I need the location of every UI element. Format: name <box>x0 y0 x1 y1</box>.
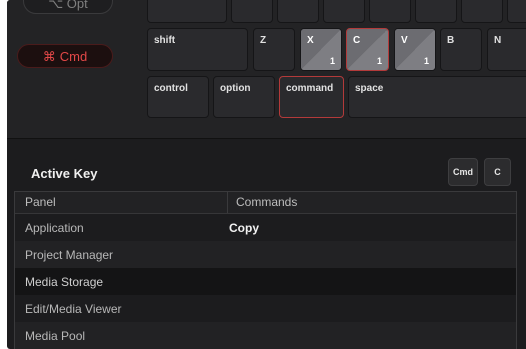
key-c[interactable]: C 1 <box>346 28 389 71</box>
key-b[interactable]: B <box>440 28 482 71</box>
key-top-1[interactable] <box>147 0 227 23</box>
key-option[interactable]: option <box>213 76 275 118</box>
option-modifier-pill[interactable]: ⌥ Opt <box>23 0 113 14</box>
header-divider[interactable] <box>227 192 228 213</box>
key-x[interactable]: X 1 <box>300 28 342 71</box>
key-v-count: 1 <box>423 56 429 66</box>
commands-table: Panel Commands Application Copy Project … <box>14 191 517 349</box>
key-z-label: Z <box>260 35 267 46</box>
key-command-label: command <box>286 83 334 94</box>
table-row[interactable]: Media Pool <box>15 322 516 349</box>
header-commands: Commands <box>236 195 298 209</box>
table-row[interactable]: Media Storage <box>15 268 516 295</box>
active-key-title: Active Key <box>31 166 98 181</box>
key-control-label: control <box>154 83 188 94</box>
command-symbol-icon: ⌘ <box>42 49 56 64</box>
key-v-label: V <box>401 35 408 46</box>
command-modifier-label: Cmd <box>59 49 88 64</box>
table-row[interactable]: Project Manager <box>15 241 516 268</box>
key-shift-label: shift <box>154 35 176 46</box>
key-top-7[interactable] <box>461 0 503 23</box>
key-top-2[interactable] <box>231 0 273 23</box>
key-top-5[interactable] <box>369 0 411 23</box>
row-panel: Application <box>25 221 84 235</box>
key-c-count: 1 <box>376 56 382 66</box>
key-control[interactable]: control <box>147 76 209 118</box>
key-n-label: N <box>494 35 502 46</box>
keyboard-customization-panel: ⌥ Opt ⌘ Cmd shift Z X 1 C 1 V 1 B N cont… <box>7 0 526 349</box>
table-row[interactable]: Edit/Media Viewer <box>15 295 516 322</box>
table-header: Panel Commands <box>15 192 516 214</box>
keyboard-area: ⌥ Opt ⌘ Cmd shift Z X 1 C 1 V 1 B N cont… <box>7 0 526 139</box>
row-panel: Edit/Media Viewer <box>25 302 122 316</box>
option-modifier-label: ⌥ Opt <box>48 0 88 11</box>
key-space[interactable]: space <box>348 76 526 118</box>
header-panel: Panel <box>25 195 56 209</box>
key-c-label: C <box>353 35 361 46</box>
key-top-4[interactable] <box>323 0 365 23</box>
row-panel: Project Manager <box>25 248 114 262</box>
row-panel: Media Storage <box>25 275 104 289</box>
key-shift[interactable]: shift <box>147 28 248 71</box>
row-command: Copy <box>229 221 259 235</box>
key-option-label: option <box>220 83 251 94</box>
table-row[interactable]: Application Copy <box>15 214 516 241</box>
active-key-cmd-button[interactable]: Cmd <box>448 158 478 186</box>
active-key-c-button[interactable]: C <box>484 158 511 186</box>
key-n[interactable]: N <box>487 28 526 71</box>
key-v[interactable]: V 1 <box>394 28 436 71</box>
key-x-label: X <box>307 35 314 46</box>
key-z[interactable]: Z <box>253 28 295 71</box>
key-command[interactable]: command <box>279 76 344 118</box>
row-panel: Media Pool <box>25 329 86 343</box>
command-modifier-pill[interactable]: ⌘ Cmd <box>17 44 113 68</box>
key-x-count: 1 <box>329 56 335 66</box>
key-top-3[interactable] <box>277 0 319 23</box>
key-b-label: B <box>447 35 455 46</box>
key-space-label: space <box>355 83 384 94</box>
key-top-8[interactable] <box>507 0 526 23</box>
key-top-6[interactable] <box>415 0 457 23</box>
